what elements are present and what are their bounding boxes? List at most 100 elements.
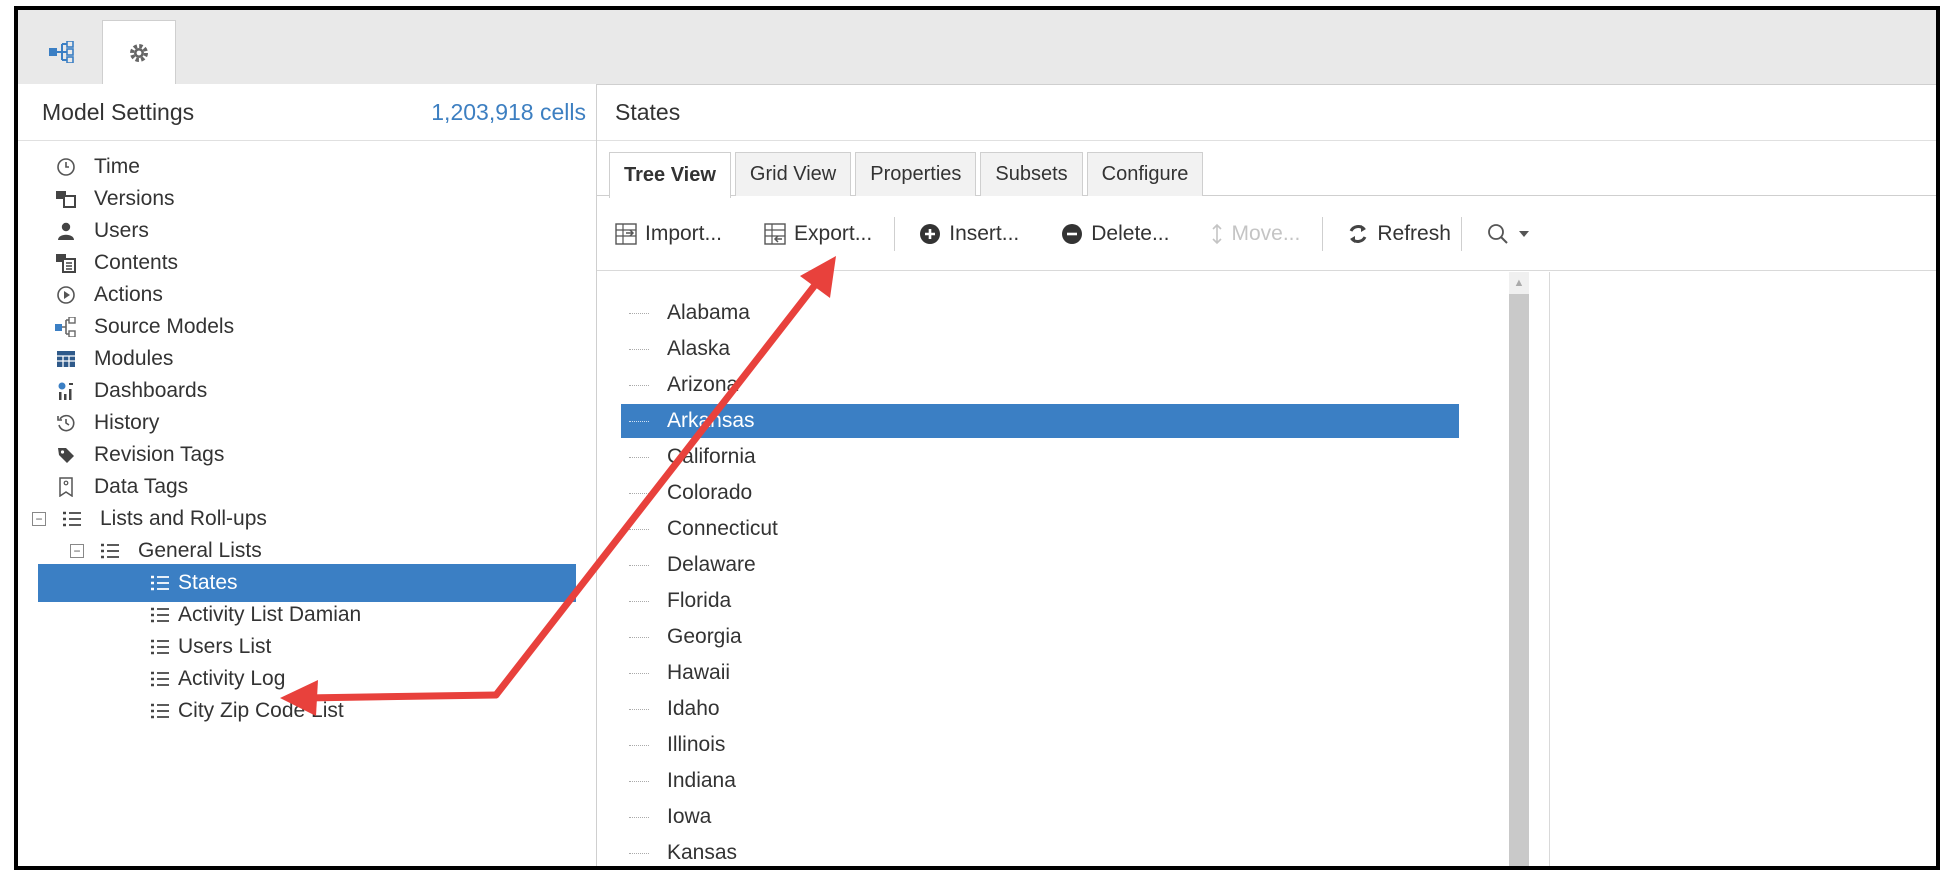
insert-label: Insert... — [949, 222, 1020, 245]
tab-grid-view[interactable]: Grid View — [734, 152, 852, 196]
collapse-toggle[interactable]: − — [70, 544, 84, 558]
list-item-label: Illinois — [667, 733, 726, 756]
list-item[interactable]: Connecticut — [621, 512, 1459, 546]
tag-icon — [54, 443, 78, 467]
nav-item-label: Data Tags — [94, 475, 189, 498]
app-frame: Model Settings 1,203,918 cells Time Vers… — [14, 6, 1940, 870]
tree-connector — [629, 600, 649, 602]
toolbar-separator — [894, 217, 896, 251]
import-label: Import... — [645, 222, 723, 245]
refresh-label: Refresh — [1377, 222, 1451, 245]
model-settings-header: Model Settings 1,203,918 cells — [18, 84, 596, 141]
move-button[interactable]: Move... — [1211, 222, 1300, 246]
nav-item-label: Time — [94, 155, 140, 178]
nav-item-label: Users — [94, 219, 149, 242]
list-icon — [148, 571, 172, 595]
search-dropdown-button[interactable] — [1486, 222, 1538, 246]
list-icon — [148, 635, 172, 659]
tree-connector — [629, 672, 649, 674]
list-item-label: Connecticut — [667, 517, 778, 540]
nav-item-label: Actions — [94, 283, 163, 306]
list-item-label: Alabama — [667, 301, 750, 324]
tab-subsets[interactable]: Subsets — [980, 152, 1083, 196]
model-settings-panel: Model Settings 1,203,918 cells Time Vers… — [18, 84, 597, 866]
list-editor-panel: States Tree View Grid View Properties Su… — [597, 84, 1936, 866]
list-item[interactable]: Indiana — [621, 764, 1459, 798]
list-icon — [148, 699, 172, 723]
list-item[interactable]: Arkansas — [621, 404, 1459, 438]
view-tabs: Tree View Grid View Properties Subsets C… — [609, 152, 1207, 198]
nav-item-label: Activity Log — [178, 667, 286, 690]
refresh-icon — [1347, 223, 1369, 245]
list-item[interactable]: Illinois — [621, 728, 1459, 762]
tab-configure[interactable]: Configure — [1086, 152, 1204, 196]
detail-pane — [1549, 272, 1936, 866]
nav-item-label: Revision Tags — [94, 443, 225, 466]
panel-title: Model Settings — [42, 98, 195, 125]
tab-model-tree[interactable] — [26, 20, 98, 84]
tree-connector — [629, 384, 649, 386]
vertical-scrollbar[interactable]: ▲ — [1509, 272, 1529, 866]
nav-item-label: History — [94, 411, 160, 434]
move-label: Move... — [1231, 222, 1301, 245]
list-icon — [98, 539, 122, 563]
tree-connector — [629, 420, 649, 422]
nav-item-label: Dashboards — [94, 379, 208, 402]
list-item-label: Indiana — [667, 769, 736, 792]
list-item[interactable]: Georgia — [621, 620, 1459, 654]
tree-connector — [629, 492, 649, 494]
list-item[interactable]: Delaware — [621, 548, 1459, 582]
list-item[interactable]: Arizona — [621, 368, 1459, 402]
list-icon — [60, 507, 84, 531]
scroll-up-arrow[interactable]: ▲ — [1509, 272, 1529, 294]
caret-down-icon — [1518, 230, 1530, 238]
import-button[interactable]: Import... — [615, 222, 722, 246]
list-item[interactable]: Hawaii — [621, 656, 1459, 690]
nav-item-label: Versions — [94, 187, 175, 210]
tab-tree-view[interactable]: Tree View — [609, 152, 731, 198]
tree-connector — [629, 780, 649, 782]
list-item-label: Kansas — [667, 841, 738, 864]
export-button[interactable]: Export... — [764, 222, 872, 246]
list-item-label: Delaware — [667, 553, 756, 576]
nav-item-label: Lists and Roll-ups — [100, 507, 267, 530]
source-models-icon — [54, 315, 78, 339]
list-item[interactable]: Iowa — [621, 800, 1459, 834]
plus-circle-icon — [919, 223, 941, 245]
list-title: States — [615, 98, 681, 125]
cell-count: 1,203,918 cells — [431, 98, 586, 125]
list-editor-header: States — [597, 84, 1936, 141]
tree-connector — [629, 852, 649, 854]
list-item[interactable]: Idaho — [621, 692, 1459, 726]
list-item[interactable]: Colorado — [621, 476, 1459, 510]
collapse-toggle[interactable]: − — [32, 512, 46, 526]
nav-item-city-zip-code-list[interactable]: City Zip Code List — [148, 692, 344, 730]
list-item-label: Florida — [667, 589, 732, 612]
tree-connector — [629, 708, 649, 710]
nav-item-label: Activity List Damian — [178, 603, 362, 626]
dashboards-icon — [54, 379, 78, 403]
refresh-button[interactable]: Refresh — [1347, 222, 1451, 246]
delete-label: Delete... — [1091, 222, 1170, 245]
tab-properties[interactable]: Properties — [855, 152, 977, 196]
list-item[interactable]: Florida — [621, 584, 1459, 618]
nav-item-label: States — [178, 571, 238, 594]
delete-button[interactable]: Delete... — [1061, 222, 1169, 246]
list-item[interactable]: Kansas — [621, 836, 1459, 866]
play-circle-icon — [54, 283, 78, 307]
list-item-label: Hawaii — [667, 661, 731, 684]
tree-connector — [629, 744, 649, 746]
move-arrows-icon — [1211, 223, 1223, 245]
tab-settings[interactable] — [102, 20, 176, 85]
nav-item-label: General Lists — [138, 539, 262, 562]
list-item[interactable]: California — [621, 440, 1459, 474]
list-item-label: Colorado — [667, 481, 753, 504]
nav-item-label: City Zip Code List — [178, 699, 344, 722]
list-item[interactable]: Alaska — [621, 332, 1459, 366]
search-icon — [1486, 222, 1510, 246]
list-item[interactable]: Alabama — [621, 296, 1459, 330]
tree-connector — [629, 816, 649, 818]
toolbar-separator — [1322, 217, 1324, 251]
tree-connector — [629, 312, 649, 314]
insert-button[interactable]: Insert... — [919, 222, 1019, 246]
